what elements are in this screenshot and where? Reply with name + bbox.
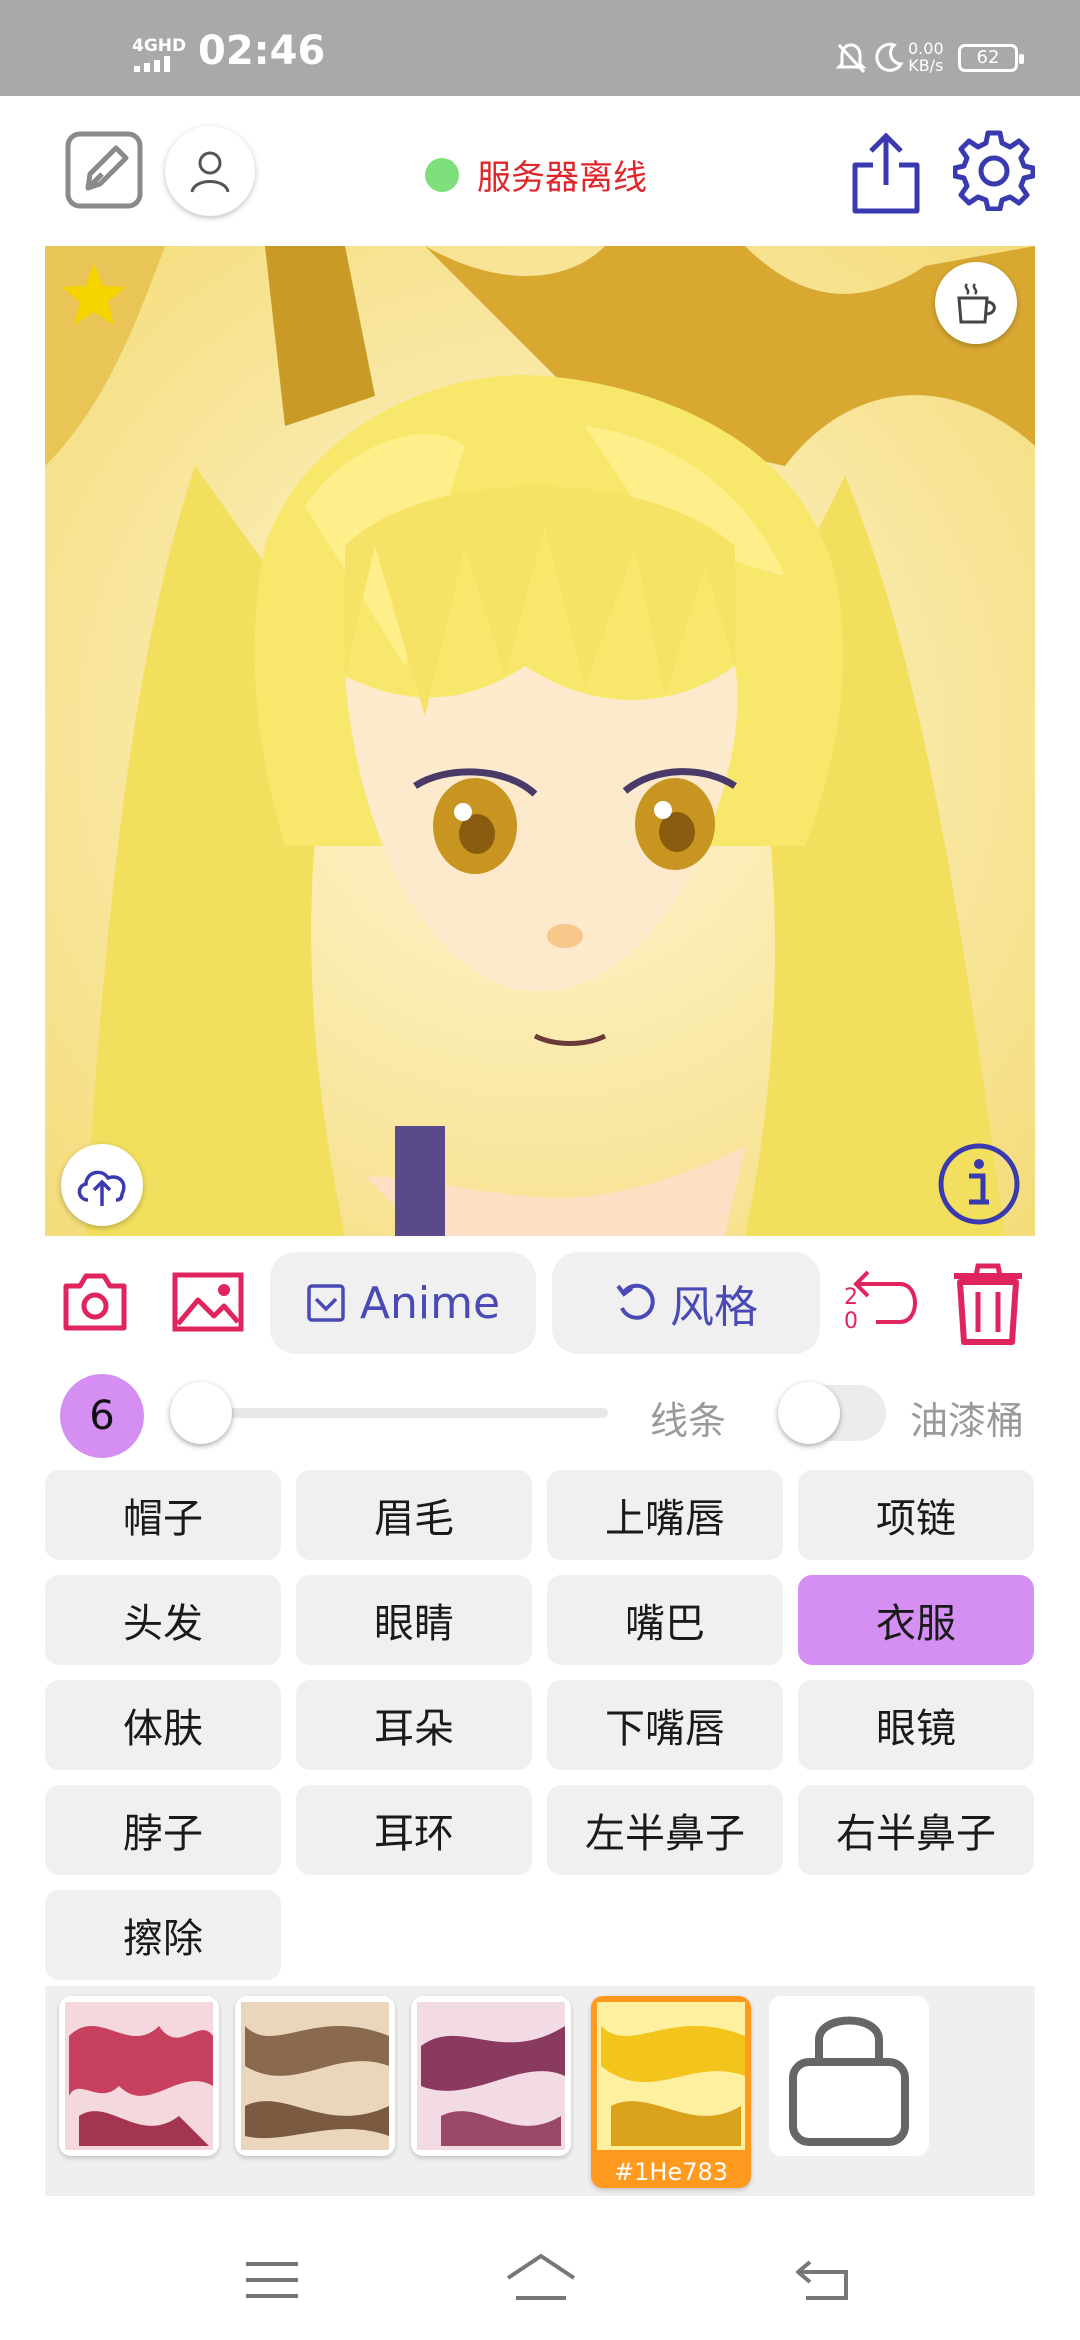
style-swatch-selected[interactable]: #1He783 <box>591 1996 751 2188</box>
coffee-cup-icon[interactable] <box>935 262 1017 344</box>
paint-bucket-toggle-thumb[interactable] <box>778 1382 840 1444</box>
server-status-text: 服务器离线 <box>477 158 647 198</box>
info-icon[interactable] <box>937 1142 1021 1226</box>
segment-label-button[interactable]: 擦除 <box>45 1890 281 1980</box>
user-icon[interactable] <box>165 126 255 216</box>
swatch-image <box>65 2002 213 2150</box>
segment-label-button[interactable]: 头发 <box>45 1575 281 1665</box>
trash-icon[interactable] <box>950 1262 1026 1346</box>
segment-label-grid: 帽子 眉毛 上嘴唇 项链头发 眼睛 嘴巴 衣服体肤 耳朵 下嘴唇 眼镜脖子 耳环 左半鼻子 右半鼻子擦除 <box>45 1470 1035 1980</box>
style-swatch[interactable] <box>59 1996 219 2156</box>
segment-label-button[interactable]: 项链 <box>798 1470 1034 1560</box>
style-swatch-bar: #1He783 <box>45 1986 1035 2196</box>
back-icon[interactable] <box>796 2258 850 2302</box>
server-status: 服务器离线 <box>425 150 647 199</box>
segment-label-button[interactable]: 下嘴唇 <box>547 1680 783 1770</box>
segment-label-button[interactable]: 帽子 <box>45 1470 281 1560</box>
segment-label-button[interactable]: 耳环 <box>296 1785 532 1875</box>
undo-button[interactable]: 20 <box>840 1266 924 1340</box>
segment-label-button[interactable]: 右半鼻子 <box>798 1785 1034 1875</box>
segment-label-button[interactable]: 上嘴唇 <box>547 1470 783 1560</box>
swatch-image <box>417 2002 565 2150</box>
moon-icon <box>875 42 904 72</box>
swatch-tag: #1He783 <box>614 2158 728 2186</box>
segment-label-button[interactable]: 左半鼻子 <box>547 1785 783 1875</box>
segment-label-button[interactable]: 眼镜 <box>798 1680 1034 1770</box>
image-icon[interactable] <box>172 1272 244 1332</box>
mute-bell-icon <box>836 43 866 74</box>
battery-indicator: 62 <box>958 44 1024 72</box>
share-icon[interactable] <box>846 130 926 216</box>
system-nav-bar <box>0 2230 1080 2340</box>
network-speed: 0.00 KB/s <box>908 39 944 75</box>
lines-label: 线条 <box>650 1399 727 1443</box>
clock: 02:46 <box>198 28 326 74</box>
signal-icon <box>134 56 170 72</box>
menu-icon[interactable] <box>246 2260 298 2300</box>
checkbox-icon <box>307 1284 345 1322</box>
camera-icon[interactable] <box>62 1270 128 1332</box>
style-swatch[interactable] <box>235 1996 395 2156</box>
settings-gear-icon[interactable] <box>952 128 1036 212</box>
swatch-image <box>241 2002 389 2150</box>
brush-size-indicator: 6 <box>60 1374 144 1458</box>
model-select-button[interactable]: Anime <box>270 1252 536 1354</box>
shopping-bag-icon <box>789 2016 909 2146</box>
edit-square-icon[interactable] <box>62 128 146 212</box>
shop-button[interactable] <box>769 1996 929 2156</box>
network-indicator: 4GHD <box>132 36 187 56</box>
cloud-upload-icon[interactable] <box>61 1144 143 1226</box>
brush-size-slider[interactable] <box>184 1408 608 1418</box>
status-bar: 4GHD 02:46 0.00 KB/s 62 <box>0 0 1080 96</box>
segment-label-button[interactable]: 耳朵 <box>296 1680 532 1770</box>
style-label: 风格 <box>670 1282 758 1333</box>
segment-label-button[interactable]: 衣服 <box>798 1575 1034 1665</box>
style-swatch[interactable] <box>411 1996 571 2156</box>
segment-label-button[interactable]: 眼睛 <box>296 1575 532 1665</box>
segment-label-button[interactable]: 嘴巴 <box>547 1575 783 1665</box>
paint-bucket-label: 油漆桶 <box>910 1399 1025 1443</box>
brush-size-slider-thumb[interactable] <box>170 1382 232 1444</box>
segment-label-button[interactable]: 眉毛 <box>296 1470 532 1560</box>
undo-count: 20 <box>844 1285 858 1334</box>
segment-label-button[interactable]: 脖子 <box>45 1785 281 1875</box>
home-icon[interactable] <box>506 2254 576 2302</box>
star-icon[interactable] <box>59 260 129 330</box>
style-button[interactable]: 风格 <box>552 1252 820 1354</box>
model-label: Anime <box>359 1277 501 1329</box>
refresh-icon <box>616 1283 655 1320</box>
status-dot <box>425 157 459 192</box>
generated-anime-image <box>45 246 1035 1236</box>
segment-label-button[interactable]: 体肤 <box>45 1680 281 1770</box>
drawing-canvas[interactable] <box>45 246 1035 1236</box>
swatch-image <box>597 2002 745 2150</box>
